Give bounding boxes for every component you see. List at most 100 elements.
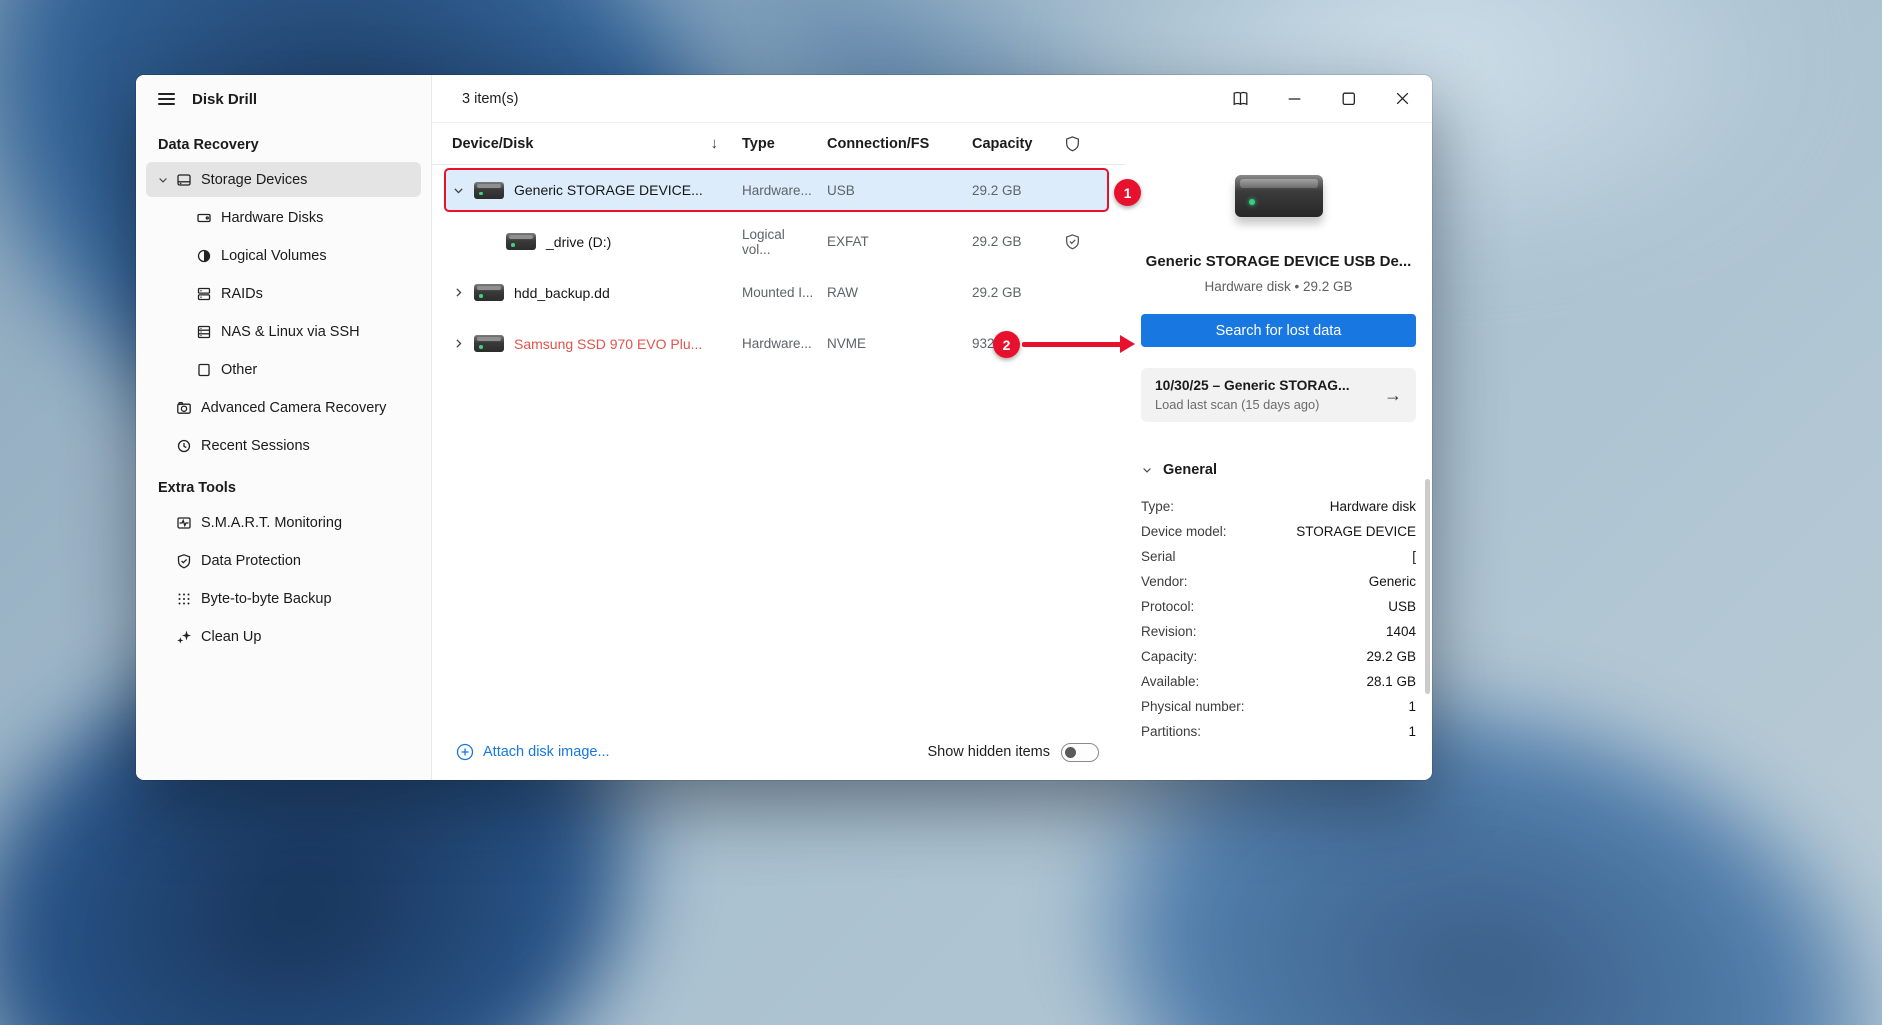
sidebar-item-label: S.M.A.R.T. Monitoring <box>201 515 342 531</box>
table-row-hdd-backup[interactable]: hdd_backup.dd Mounted I... RAW 29.2 GB <box>432 267 1125 318</box>
sidebar-item-label: NAS & Linux via SSH <box>221 324 360 340</box>
sidebar-header: Disk Drill <box>146 75 421 123</box>
property-row: Physical number:1 <box>1141 694 1416 719</box>
attach-link-label: Attach disk image... <box>483 744 610 760</box>
property-value: USB <box>1388 599 1416 614</box>
chevron-right-icon[interactable] <box>452 337 466 350</box>
column-capacity[interactable]: Capacity <box>962 136 1052 152</box>
other-device-icon <box>196 362 212 378</box>
show-hidden-toggle[interactable] <box>1061 743 1099 762</box>
property-value: Generic <box>1369 574 1416 589</box>
menu-icon[interactable] <box>158 93 175 105</box>
column-protection-shield-icon[interactable] <box>1052 135 1092 152</box>
device-type: Mounted I... <box>732 285 817 300</box>
property-key: Serial <box>1141 549 1176 564</box>
minimize-icon[interactable] <box>1282 87 1306 111</box>
table-row-generic-storage-device[interactable]: Generic STORAGE DEVICE... Hardware... US… <box>444 168 1109 212</box>
sidebar-item-raids[interactable]: RAIDs <box>146 276 421 311</box>
main-region: 3 item(s) <box>432 75 1432 780</box>
byte-grid-icon <box>176 591 192 607</box>
property-key: Available: <box>1141 674 1199 689</box>
device-capacity: 29.2 GB <box>962 183 1052 198</box>
sparkle-icon <box>176 629 192 645</box>
annotation-step-1: 1 <box>1114 179 1141 206</box>
sidebar-item-label: Logical Volumes <box>221 248 327 264</box>
attach-disk-image-link[interactable]: Attach disk image... <box>456 743 610 761</box>
titlebar: 3 item(s) <box>432 75 1432 123</box>
chevron-down-icon[interactable] <box>157 174 170 186</box>
smart-monitor-icon <box>176 515 192 531</box>
device-properties: Type: Hardware disk Device model:STORAGE … <box>1141 494 1416 744</box>
property-row: Type: Hardware disk <box>1141 494 1416 519</box>
sidebar-item-hardware-disks[interactable]: Hardware Disks <box>146 200 421 235</box>
property-value: Hardware disk <box>1330 499 1416 514</box>
sidebar-item-advanced-camera-recovery[interactable]: Advanced Camera Recovery <box>146 390 421 425</box>
details-panel: Generic STORAGE DEVICE USB De... Hardwar… <box>1125 123 1432 780</box>
drive-icon <box>474 182 504 199</box>
column-device-disk[interactable]: Device/Disk ↓ <box>432 135 732 152</box>
last-scan-card[interactable]: 10/30/25 – Generic STORAG... Load last s… <box>1141 368 1416 422</box>
maximize-icon[interactable] <box>1336 87 1360 111</box>
device-connection: EXFAT <box>817 234 962 249</box>
property-key: Capacity: <box>1141 649 1197 664</box>
last-scan-subtitle: Load last scan (15 days ago) <box>1155 397 1350 412</box>
annotation-arrow <box>1022 342 1122 347</box>
device-capacity: 29.2 GB <box>962 285 1052 300</box>
sidebar-item-smart-monitoring[interactable]: S.M.A.R.T. Monitoring <box>146 505 421 540</box>
property-key: Partitions: <box>1141 724 1201 739</box>
device-type: Hardware... <box>732 183 817 198</box>
property-row: Device model:STORAGE DEVICE <box>1141 519 1416 544</box>
sort-desc-icon[interactable]: ↓ <box>711 135 719 152</box>
general-section-header[interactable]: General <box>1141 462 1416 478</box>
property-row: Capacity:29.2 GB <box>1141 644 1416 669</box>
section-header-extra-tools: Extra Tools <box>146 466 421 505</box>
scrollbar-thumb[interactable] <box>1425 479 1430 694</box>
property-value: [ <box>1412 549 1416 564</box>
sidebar-item-label: Storage Devices <box>201 172 307 188</box>
device-capacity: 29.2 GB <box>962 234 1052 249</box>
drive-icon <box>506 233 536 250</box>
sidebar-item-byte-to-byte-backup[interactable]: Byte-to-byte Backup <box>146 581 421 616</box>
column-connection-fs[interactable]: Connection/FS <box>817 136 962 152</box>
section-header-data-recovery: Data Recovery <box>146 123 421 162</box>
property-value: 28.1 GB <box>1366 674 1416 689</box>
property-key: Physical number: <box>1141 699 1245 714</box>
shield-icon <box>176 553 192 569</box>
sidebar-item-recent-sessions[interactable]: Recent Sessions <box>146 428 421 463</box>
sidebar-item-data-protection[interactable]: Data Protection <box>146 543 421 578</box>
search-for-lost-data-button[interactable]: Search for lost data <box>1141 314 1416 347</box>
sidebar-item-storage-devices[interactable]: Storage Devices <box>146 162 421 197</box>
sidebar-item-logical-volumes[interactable]: Logical Volumes <box>146 238 421 273</box>
property-key: Type: <box>1141 499 1174 514</box>
sidebar-item-clean-up[interactable]: Clean Up <box>146 619 421 654</box>
property-row: Partitions:1 <box>1141 719 1416 744</box>
device-connection: NVME <box>817 336 962 351</box>
table-header: Device/Disk ↓ Type Connection/FS Capacit… <box>432 123 1125 165</box>
chevron-down-icon[interactable] <box>452 184 466 197</box>
sidebar-item-nas-linux-ssh[interactable]: NAS & Linux via SSH <box>146 314 421 349</box>
close-icon[interactable] <box>1390 87 1414 111</box>
property-row: Protocol:USB <box>1141 594 1416 619</box>
storage-devices-icon <box>176 172 192 188</box>
sidebar-item-label: Byte-to-byte Backup <box>201 591 332 607</box>
device-name: _drive (D:) <box>546 234 611 250</box>
device-illustration <box>1235 175 1323 217</box>
device-subtitle: Hardware disk • 29.2 GB <box>1141 279 1416 294</box>
whats-new-book-icon[interactable] <box>1228 87 1252 111</box>
arrow-right-icon[interactable]: → <box>1384 385 1402 406</box>
recent-sessions-icon <box>176 438 192 454</box>
column-type[interactable]: Type <box>732 136 817 152</box>
shield-check-icon[interactable] <box>1052 233 1092 250</box>
sidebar-item-other[interactable]: Other <box>146 352 421 387</box>
chevron-right-icon[interactable] <box>452 286 466 299</box>
sidebar-item-label: Clean Up <box>201 629 261 645</box>
property-key: Device model: <box>1141 524 1227 539</box>
device-type: Logical vol... <box>732 227 817 257</box>
logical-volume-icon <box>196 248 212 264</box>
drive-icon <box>474 335 504 352</box>
table-row-drive-d[interactable]: _drive (D:) Logical vol... EXFAT 29.2 GB <box>432 216 1125 267</box>
sidebar-item-label: Advanced Camera Recovery <box>201 400 386 416</box>
sidebar-item-label: Recent Sessions <box>201 438 310 454</box>
drive-icon <box>474 284 504 301</box>
device-table: Device/Disk ↓ Type Connection/FS Capacit… <box>432 123 1125 780</box>
